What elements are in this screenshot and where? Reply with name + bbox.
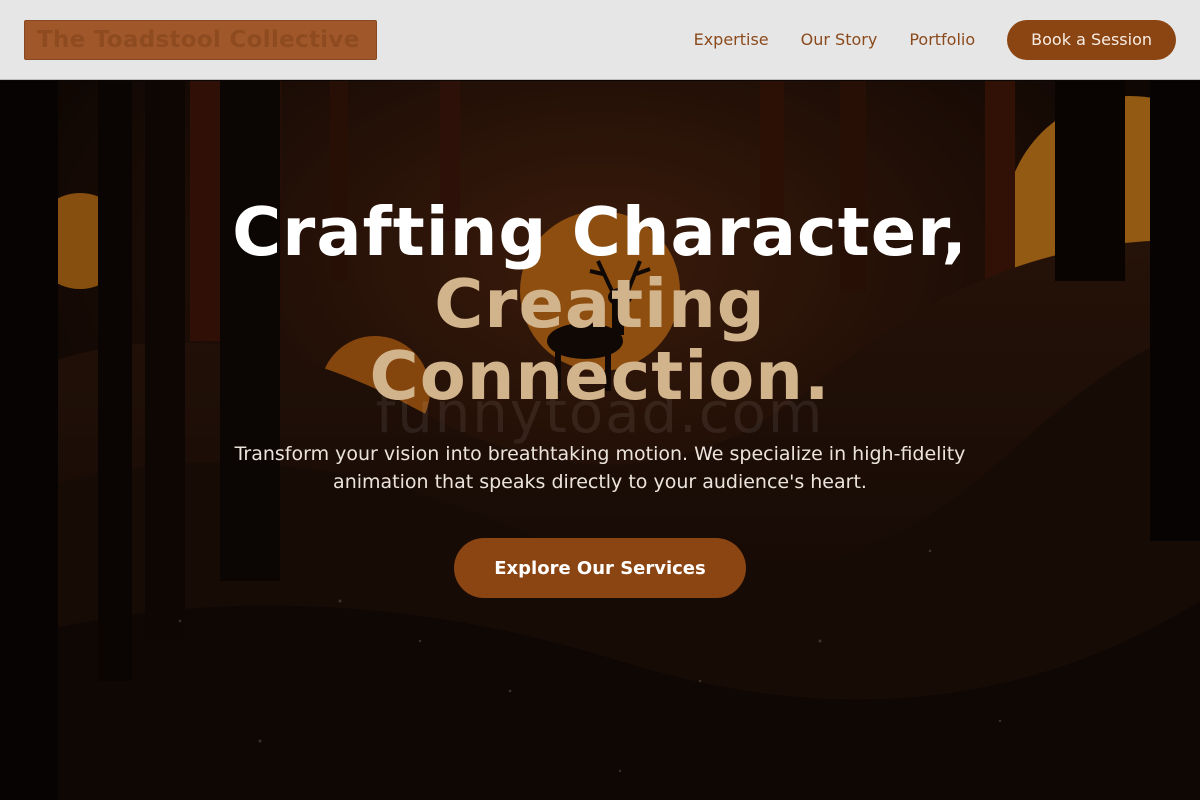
nav-link-our-story[interactable]: Our Story [801, 30, 878, 49]
nav-link-portfolio[interactable]: Portfolio [909, 30, 975, 49]
hero-content: Crafting Character, Creating Connection.… [0, 196, 1200, 598]
nav-link-expertise[interactable]: Expertise [694, 30, 769, 49]
logo-text: The Toadstool Collective [37, 26, 360, 53]
headline-line-1: Crafting Character, [232, 193, 968, 271]
hero-headline: Crafting Character, Creating Connection. [232, 196, 968, 412]
headline-line-2: Creating [434, 265, 766, 343]
main-nav: Expertise Our Story Portfolio Book a Ses… [694, 19, 1176, 60]
hero-subtext: Transform your vision into breathtaking … [234, 443, 966, 493]
book-session-button[interactable]: Book a Session [1007, 19, 1176, 60]
headline-line-3: Connection. [369, 337, 831, 415]
explore-services-button[interactable]: Explore Our Services [454, 538, 746, 598]
hero-section: funnytoad.com Crafting Character, Creati… [0, 81, 1200, 800]
logo[interactable]: The Toadstool Collective [24, 19, 377, 60]
site-header: The Toadstool Collective Expertise Our S… [0, 0, 1200, 80]
